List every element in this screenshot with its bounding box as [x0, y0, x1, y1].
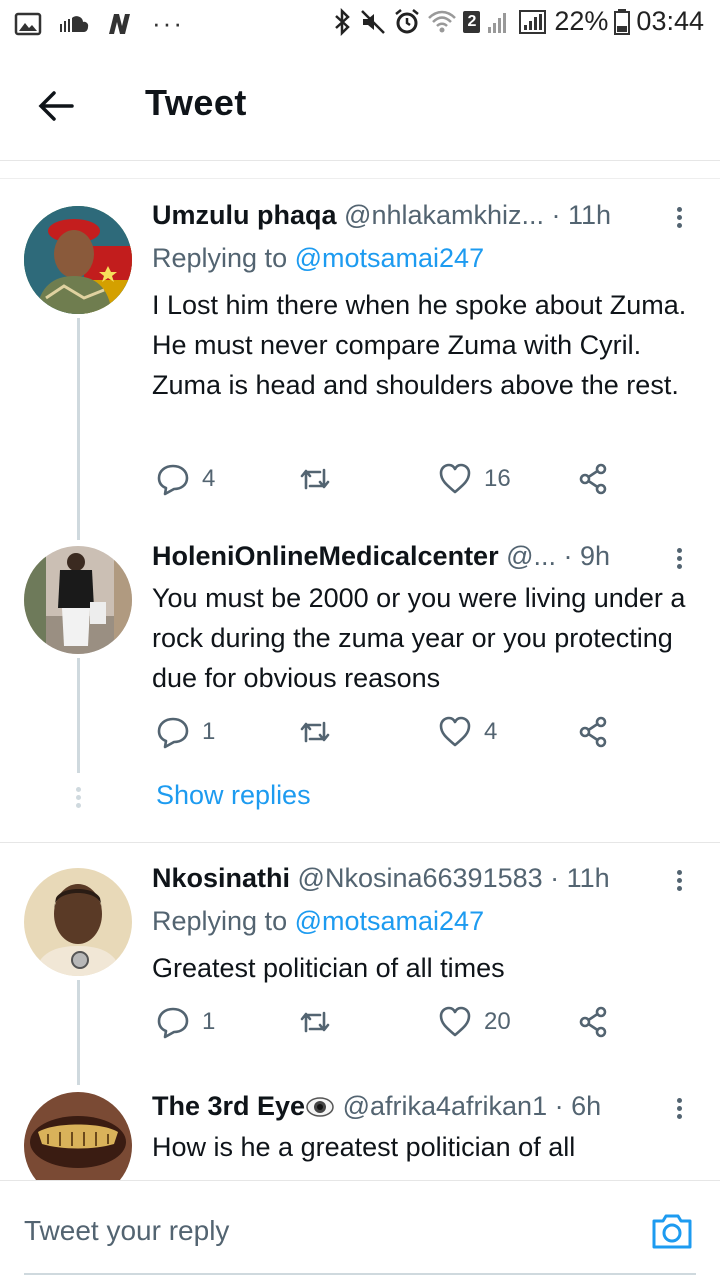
more-notifications-icon: ··· [152, 8, 184, 38]
replying-prefix: Replying to [152, 243, 295, 273]
heart-icon [439, 716, 471, 747]
clock: 03:44 [636, 6, 704, 36]
avatar[interactable] [24, 206, 132, 314]
alarm-icon [395, 8, 420, 33]
share-button[interactable] [576, 462, 610, 496]
sim-badge: 2 [463, 10, 481, 33]
page-title: Tweet [145, 82, 247, 123]
signal-icon [488, 12, 507, 33]
wifi-icon [428, 10, 457, 32]
gallery-icon [14, 12, 42, 35]
replying-prefix: Replying to [152, 906, 295, 936]
replying-to: Replying to @motsamai247 [152, 243, 484, 274]
tweet-header: Nkosinathi @Nkosina66391583 · 11h [152, 863, 610, 894]
tweet-text: I Lost him there when he spoke about Zum… [152, 290, 687, 400]
status-bar: ··· 2 22% 03:44 [0, 0, 720, 50]
user-handle[interactable]: @... [506, 541, 556, 571]
display-name[interactable]: HoleniOnlineMedicalcenter [152, 541, 499, 571]
tweet-time: · 6h [554, 1091, 602, 1121]
tweet-time: · 9h [563, 541, 611, 571]
divider [0, 178, 720, 179]
input-underline [24, 1273, 696, 1275]
share-icon [579, 463, 607, 495]
like-button[interactable]: 16 [438, 462, 511, 496]
share-button[interactable] [576, 1005, 610, 1039]
reply-count: 1 [202, 718, 216, 745]
reply-count: 4 [202, 465, 216, 492]
tweet-header: Umzulu phaqa @nhlakamkhiz... · 11h [152, 200, 611, 231]
more-options-icon[interactable] [672, 1095, 686, 1125]
tweet-actions: 1 4 [152, 715, 672, 755]
retweet-button[interactable] [298, 462, 332, 496]
reply-button[interactable]: 1 [156, 715, 215, 749]
camera-icon[interactable] [650, 1211, 694, 1251]
tweet-time: · 11h [550, 863, 610, 893]
tweet-text: You must be 2000 or you were living unde… [152, 583, 686, 693]
like-count: 4 [484, 718, 498, 745]
top-bar: Tweet [0, 50, 720, 161]
share-icon [579, 1006, 607, 1038]
retweet-icon [300, 468, 330, 490]
reply-icon [157, 464, 189, 496]
user-handle[interactable]: @Nkosina66391583 [298, 863, 543, 893]
eye-emoji-icon [306, 1097, 334, 1117]
display-name[interactable]: Umzulu phaqa [152, 200, 337, 230]
show-replies-link[interactable]: Show replies [156, 780, 311, 811]
tweet-text: How is he a greatest politician of all [152, 1132, 576, 1162]
tweet-header: The 3rd Eye @afrika4afrikan1 · 6h [152, 1091, 601, 1122]
reply-button[interactable]: 1 [156, 1005, 215, 1039]
reply-count: 1 [202, 1008, 216, 1035]
like-count: 16 [484, 465, 511, 492]
reply-button[interactable]: 4 [156, 462, 215, 496]
heart-icon [439, 1006, 471, 1037]
retweet-icon [300, 721, 330, 743]
display-name[interactable]: Nkosinathi [152, 863, 290, 893]
more-options-icon[interactable] [672, 867, 686, 897]
like-button[interactable]: 4 [438, 715, 497, 749]
battery-percent: 22% [554, 6, 609, 36]
mention-link[interactable]: @motsamai247 [295, 906, 485, 936]
like-button[interactable]: 20 [438, 1005, 511, 1039]
mention-link[interactable]: @motsamai247 [295, 243, 485, 273]
tweet-header: HoleniOnlineMedicalcenter @... · 9h [152, 541, 610, 572]
battery-icon [614, 8, 631, 35]
tweet-time: · 11h [551, 200, 612, 230]
mute-icon [361, 9, 386, 34]
thread-line [77, 318, 80, 540]
tweet-actions: 1 20 [152, 1005, 672, 1045]
retweet-button[interactable] [298, 715, 332, 749]
retweet-button[interactable] [298, 1005, 332, 1039]
signal-icon-2 [519, 9, 547, 34]
user-handle[interactable]: @nhlakamkhiz... [344, 200, 544, 230]
thread-continuation-dots [74, 784, 82, 811]
share-icon [579, 716, 607, 748]
divider [0, 842, 720, 843]
avatar[interactable] [24, 868, 132, 976]
tweet-actions: 4 16 [152, 462, 672, 502]
avatar[interactable] [24, 546, 132, 654]
thread-line [77, 980, 80, 1085]
netflix-n-icon [109, 13, 130, 34]
retweet-icon [300, 1011, 330, 1033]
tweet-text: Greatest politician of all times [152, 953, 505, 983]
bluetooth-icon [335, 7, 351, 36]
back-arrow-icon[interactable] [34, 84, 78, 128]
heart-icon [439, 463, 471, 494]
more-options-icon[interactable] [672, 545, 686, 575]
reply-composer[interactable]: Tweet your reply [0, 1180, 720, 1281]
replying-to: Replying to @motsamai247 [152, 906, 484, 937]
more-options-icon[interactable] [672, 204, 686, 234]
thread-line [77, 658, 80, 773]
soundcloud-icon [60, 15, 89, 32]
share-button[interactable] [576, 715, 610, 749]
display-name[interactable]: The 3rd Eye [152, 1091, 305, 1121]
reply-icon [157, 717, 189, 749]
reply-input[interactable]: Tweet your reply [24, 1215, 229, 1247]
user-handle[interactable]: @afrika4afrikan1 [343, 1091, 548, 1121]
like-count: 20 [484, 1008, 511, 1035]
reply-icon [157, 1007, 189, 1039]
